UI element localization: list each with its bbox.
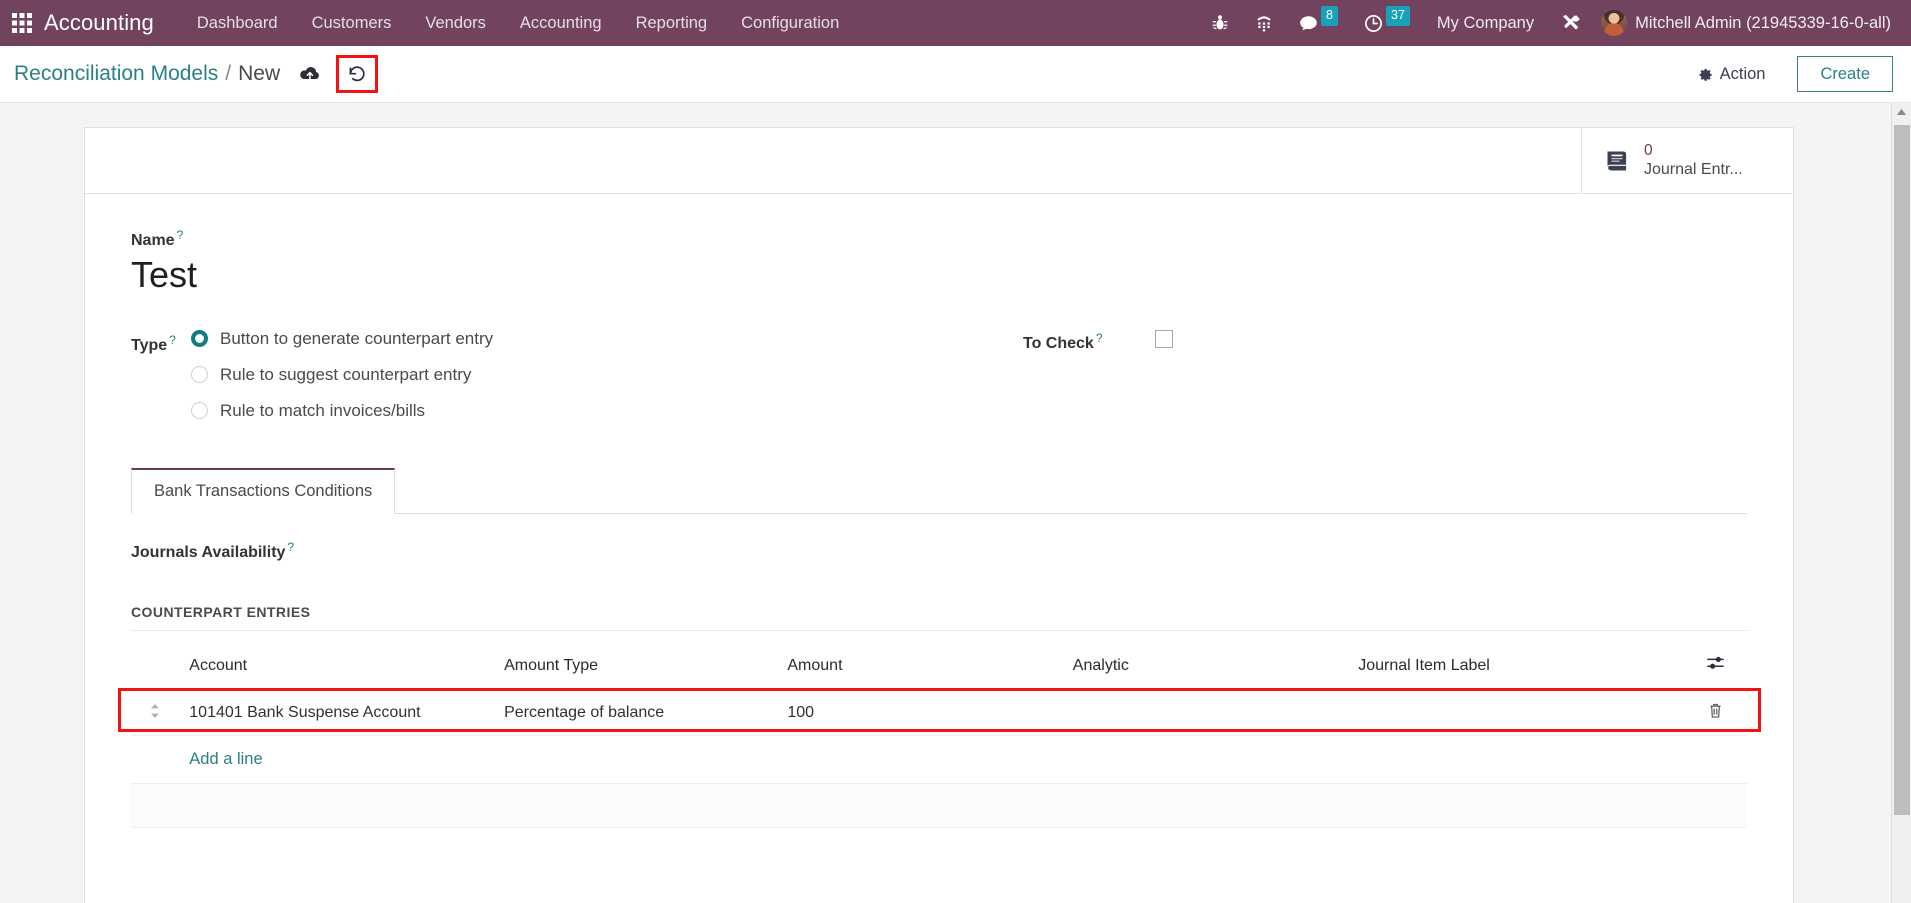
type-field-group: Type? Button to generate counterpart ent… [131,329,951,421]
table-body: 101401 Bank Suspense Account Percentage … [131,690,1747,829]
radio-icon-selected[interactable] [191,330,208,348]
radio-icon[interactable] [191,402,208,420]
column-options-icon[interactable] [1684,641,1747,692]
top-navbar: Accounting Dashboard Customers Vendors A… [0,0,1911,46]
type-label: Type [131,337,168,355]
wrench-screwdriver-icon[interactable] [1548,0,1595,46]
username-label: Mitchell Admin (21945339-16-0-all) [1635,13,1891,32]
table-filler-row [131,783,1747,829]
app-brand-accounting[interactable]: Accounting [44,10,180,36]
name-field-group: Name? Test [131,228,1747,297]
trash-icon[interactable] [1684,690,1747,737]
journal-book-icon [1604,149,1630,173]
journals-availability-field: Journals Availability? [131,540,1747,562]
cell-account[interactable]: 101401 Bank Suspense Account [179,690,495,737]
clock-activity-icon[interactable]: 37 [1351,0,1423,46]
name-input[interactable]: Test [131,254,1747,296]
type-option-rule-suggest[interactable]: Rule to suggest counterpart entry [191,365,493,385]
chat-bubble-icon[interactable]: 8 [1286,0,1351,46]
menu-item-vendors[interactable]: Vendors [408,0,503,46]
journals-availability-label: Journals Availability [131,544,286,562]
cell-journal-item-label[interactable] [1348,690,1684,737]
menu-item-accounting[interactable]: Accounting [503,0,619,46]
th-analytic[interactable]: Analytic [1062,641,1349,692]
add-line-handle-spacer [131,735,180,785]
scroll-up-arrow-icon[interactable] [1892,103,1911,121]
navbar-systray: 8 37 My Company Mitchell Admin (21945339… [1198,0,1911,46]
action-button-label: Action [1719,64,1766,83]
control-panel-actions: Action Create [1684,55,1893,93]
menu-item-customers[interactable]: Customers [295,0,409,46]
radio-icon[interactable] [191,366,208,384]
table-filler-cell [131,783,1747,829]
discard-revert-icon[interactable] [336,55,379,93]
menu-item-dashboard[interactable]: Dashboard [180,0,295,46]
scrollbar-thumb[interactable] [1894,125,1910,815]
type-help-icon[interactable]: ? [169,333,176,347]
type-option-rule-match[interactable]: Rule to match invoices/bills [191,401,493,421]
table-row[interactable]: 101401 Bank Suspense Account Percentage … [131,690,1747,737]
control-panel: Reconciliation Models / New Action Creat… [0,46,1911,103]
vertical-scrollbar[interactable] [1891,103,1911,903]
cloud-upload-icon[interactable] [296,59,324,89]
to-check-field-group: To Check? [951,329,1173,421]
th-account[interactable]: Account [179,641,495,692]
journal-entries-label: Journal Entr... [1644,161,1743,179]
company-switcher[interactable]: My Company [1423,14,1548,33]
name-help-icon[interactable]: ? [177,228,184,242]
name-label: Name [131,232,175,250]
type-option-label: Button to generate counterpart entry [220,328,494,348]
add-line-row: Add a line [131,735,1747,785]
th-journal-item-label[interactable]: Journal Item Label [1348,641,1684,692]
journal-entries-count: 0 [1644,141,1653,159]
journals-availability-help-icon[interactable]: ? [287,540,294,554]
tab-pane-bank-transactions-conditions: Journals Availability? COUNTERPART ENTRI… [118,514,1761,829]
to-check-checkbox[interactable] [1154,329,1173,348]
notebook: Bank Transactions Conditions Journals Av… [118,467,1761,829]
action-button[interactable]: Action [1684,59,1780,90]
gear-icon [1699,68,1712,81]
activity-count-badge: 37 [1386,6,1410,26]
main-menu: Dashboard Customers Vendors Accounting R… [180,0,856,46]
form-sheet: 0 Journal Entr... Name? Test Type? Butto… [84,127,1794,903]
add-line-cell: Add a line [179,735,1747,785]
type-option-label: Rule to suggest counterpart entry [220,364,472,384]
type-option-button-generate[interactable]: Button to generate counterpart entry [191,329,493,349]
content-area: 0 Journal Entr... Name? Test Type? Butto… [0,103,1911,903]
counterpart-entries-group-title: COUNTERPART ENTRIES [131,604,1747,632]
breadcrumb-reconciliation-models[interactable]: Reconciliation Models [14,62,218,86]
th-amount-type[interactable]: Amount Type [494,641,778,692]
cell-amount-type[interactable]: Percentage of balance [494,690,778,737]
cell-analytic[interactable] [1062,690,1349,737]
breadcrumb-current-new: New [238,62,281,85]
menu-item-reporting[interactable]: Reporting [619,0,725,46]
create-button[interactable]: Create [1797,55,1893,93]
to-check-label: To Check [1023,335,1094,353]
breadcrumb-separator: / [225,62,232,85]
bug-icon[interactable] [1198,0,1242,46]
to-check-help-icon[interactable]: ? [1096,331,1103,345]
tab-bank-transactions-conditions[interactable]: Bank Transactions Conditions [131,467,396,514]
type-tocheck-row: Type? Button to generate counterpart ent… [131,329,1747,421]
journal-entries-stat-button[interactable]: 0 Journal Entr... [1581,128,1793,193]
counterpart-entries-list: Account Amount Type Amount Analytic Jour… [118,641,1761,829]
apps-grid-icon[interactable] [0,0,44,46]
type-radio-group: Button to generate counterpart entry Rul… [191,329,493,421]
drag-handle-icon[interactable] [131,690,180,737]
type-option-label: Rule to match invoices/bills [220,400,426,420]
notebook-tabs: Bank Transactions Conditions [131,467,1747,514]
table-header: Account Amount Type Amount Analytic Jour… [131,641,1747,692]
sheet-body: Name? Test Type? Button to generate coun… [85,194,1793,838]
user-menu[interactable]: Mitchell Admin (21945339-16-0-all) [1595,10,1901,36]
chat-unread-badge: 8 [1321,6,1338,26]
stat-button-bar: 0 Journal Entr... [85,128,1793,194]
dialpad-icon[interactable] [1242,0,1286,46]
cell-amount[interactable]: 100 [777,690,1063,737]
th-amount[interactable]: Amount [777,641,1063,692]
counterpart-entries-table: Account Amount Type Amount Analytic Jour… [131,641,1747,829]
avatar [1601,10,1628,36]
th-handle [131,641,180,692]
menu-item-configuration[interactable]: Configuration [724,0,856,46]
add-a-line-link[interactable]: Add a line [189,747,262,772]
